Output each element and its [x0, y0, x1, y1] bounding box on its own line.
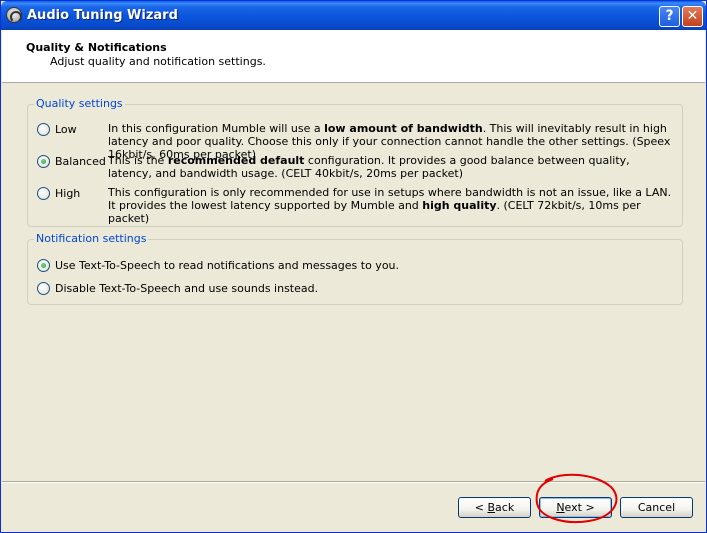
radio-use-tts[interactable] — [37, 259, 50, 272]
balanced-description: This is the recommended default configur… — [108, 154, 630, 180]
back-button[interactable]: < Back — [458, 497, 531, 518]
radio-balanced-label[interactable]: Balanced — [55, 155, 106, 168]
page-title: Quality & Notifications — [26, 41, 167, 54]
radio-disable-tts-label[interactable]: Disable Text-To-Speech and use sounds in… — [55, 282, 318, 295]
high-description: This configuration is only recommended f… — [108, 186, 672, 225]
quality-settings-label: Quality settings — [34, 97, 125, 110]
wizard-header: Quality & Notifications Adjust quality a… — [2, 30, 705, 83]
notification-settings-group: Notification settings — [27, 232, 683, 305]
close-button[interactable]: ✕ — [682, 6, 703, 27]
radio-disable-tts[interactable] — [37, 282, 50, 295]
mumble-app-icon — [6, 7, 22, 23]
wizard-window: Audio Tuning Wizard ? ✕ Quality & Notifi… — [0, 0, 707, 533]
page-subtitle: Adjust quality and notification settings… — [50, 55, 266, 68]
radio-high-label[interactable]: High — [55, 187, 80, 200]
help-button[interactable]: ? — [659, 6, 680, 27]
notification-settings-label: Notification settings — [34, 232, 149, 245]
title-bar[interactable]: Audio Tuning Wizard ? ✕ — [1, 1, 706, 30]
radio-low[interactable] — [37, 123, 50, 136]
footer-divider — [2, 481, 705, 483]
next-button[interactable]: Next > — [539, 497, 612, 518]
radio-balanced[interactable] — [37, 155, 50, 168]
radio-use-tts-label[interactable]: Use Text-To-Speech to read notifications… — [55, 259, 399, 272]
radio-high[interactable] — [37, 187, 50, 200]
cancel-button[interactable]: Cancel — [620, 497, 693, 518]
radio-low-label[interactable]: Low — [55, 123, 77, 136]
window-title: Audio Tuning Wizard — [27, 8, 178, 23]
